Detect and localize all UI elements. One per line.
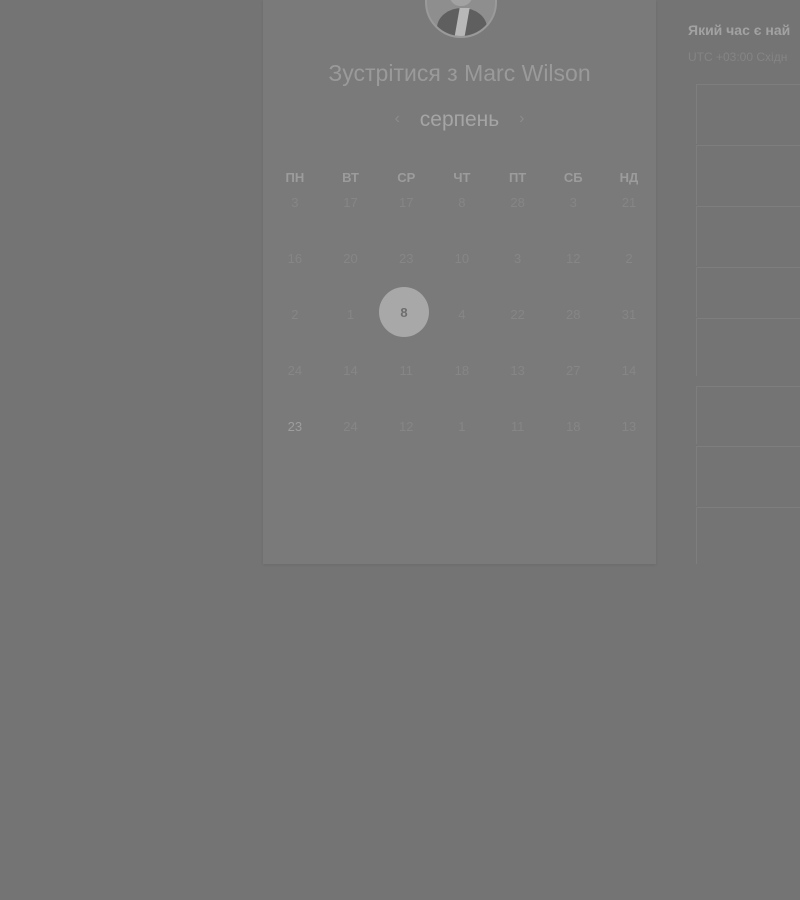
calendar-day[interactable]: 12 <box>378 414 434 470</box>
time-slot-panel: Який час є най UTC +03:00 Східн <box>688 0 800 564</box>
weekday-label: ВТ <box>342 170 359 185</box>
calendar-day[interactable]: 2 <box>601 246 657 302</box>
meeting-title: Зустрітися з Marc Wilson <box>328 60 591 86</box>
month-navigation: ‹ серпень › <box>263 108 656 132</box>
time-slot[interactable] <box>696 84 800 144</box>
calendar-day[interactable]: 27 <box>545 358 601 414</box>
calendar-day[interactable]: 24 <box>323 414 379 470</box>
calendar-day[interactable]: 3 <box>545 190 601 246</box>
host-avatar <box>425 0 497 38</box>
selected-day[interactable]: 8 <box>379 287 429 337</box>
time-slot[interactable] <box>696 206 800 266</box>
calendar-day[interactable]: 22 <box>490 302 546 358</box>
weekday-label: НД <box>619 170 639 185</box>
time-question-heading: Який час є най <box>688 22 791 38</box>
prev-month-button[interactable]: ‹ <box>381 110 414 128</box>
calendar-day[interactable]: 11 <box>490 414 546 470</box>
page-overlay: Зустрітися з Marc Wilson ‹ серпень › ПН … <box>0 0 800 900</box>
calendar-day[interactable]: 13 <box>601 414 657 470</box>
calendar-day[interactable]: 11 <box>378 358 434 414</box>
month-label: серпень <box>419 108 500 131</box>
calendar-day[interactable]: 13 <box>490 358 546 414</box>
time-slot[interactable] <box>696 267 800 317</box>
next-month-button[interactable]: › <box>505 110 538 128</box>
calendar-day[interactable]: 14 <box>323 358 379 414</box>
calendar-day-available[interactable]: 23 <box>267 414 323 470</box>
weekday-label: СР <box>397 170 416 185</box>
calendar-day[interactable]: 3 <box>490 246 546 302</box>
calendar-day[interactable]: 18 <box>545 414 601 470</box>
calendar-day[interactable]: 10 <box>434 246 490 302</box>
weekday-label: ПН <box>285 170 305 185</box>
calendar-day[interactable]: 28 <box>490 190 546 246</box>
calendar-day[interactable]: 8 <box>434 190 490 246</box>
calendar-day[interactable]: 28 <box>545 302 601 358</box>
weekday-label: СБ <box>563 170 583 185</box>
calendar-day[interactable]: 1 <box>434 414 490 470</box>
calendar-grid: 3 17 17 8 28 3 21 16 20 23 10 3 12 2 2 1… <box>267 190 657 470</box>
timezone-label[interactable]: UTC +03:00 Східн <box>688 50 787 64</box>
calendar-day[interactable]: 17 <box>323 190 379 246</box>
time-slot[interactable] <box>696 446 800 506</box>
calendar-day[interactable]: 3 <box>267 190 323 246</box>
calendar-day[interactable]: 17 <box>378 190 434 246</box>
weekday-label: ЧТ <box>453 170 471 185</box>
calendar-day[interactable]: 31 <box>601 302 657 358</box>
calendar-day[interactable]: 18 <box>434 358 490 414</box>
calendar-day[interactable]: 24 <box>267 358 323 414</box>
weekday-label: ПТ <box>508 170 527 185</box>
calendar-day[interactable]: 12 <box>545 246 601 302</box>
booking-card: Зустрітися з Marc Wilson ‹ серпень › ПН … <box>263 0 656 564</box>
calendar-day[interactable]: 16 <box>267 246 323 302</box>
time-slot[interactable] <box>696 507 800 564</box>
calendar-day[interactable]: 14 <box>601 358 657 414</box>
calendar-day[interactable]: 1 <box>323 302 379 358</box>
time-slot[interactable] <box>696 386 800 444</box>
calendar-day[interactable]: 20 <box>323 246 379 302</box>
calendar-day[interactable]: 2 <box>267 302 323 358</box>
calendar-day[interactable]: 4 <box>434 302 490 358</box>
weekday-header: ПН ВТ СР ЧТ ПТ СБ НД <box>267 170 657 185</box>
time-slot[interactable] <box>696 145 800 205</box>
calendar-day[interactable]: 21 <box>601 190 657 246</box>
time-slot[interactable] <box>696 318 800 376</box>
